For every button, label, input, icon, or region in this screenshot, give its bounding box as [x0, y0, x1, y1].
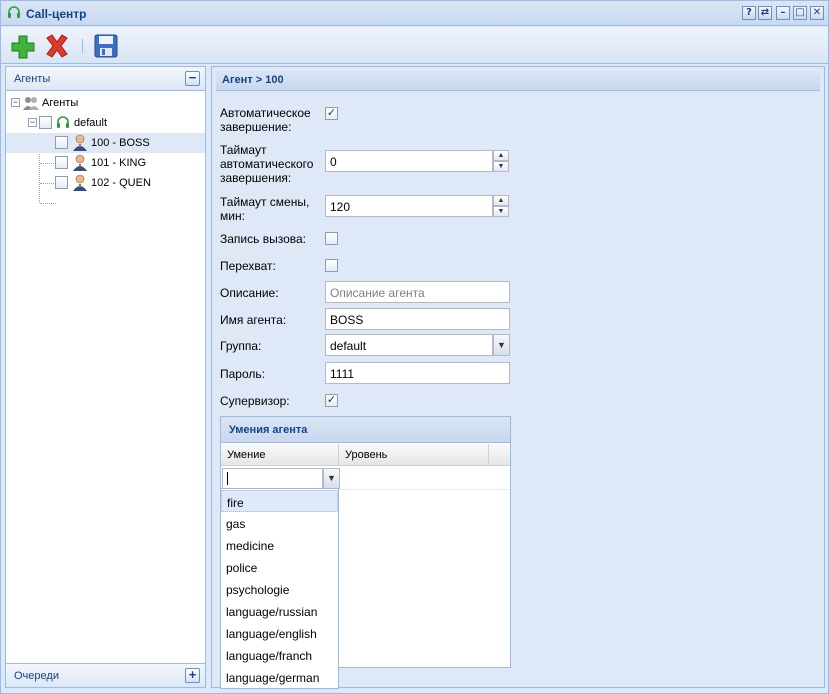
- maximize-button[interactable]: □: [793, 6, 807, 20]
- minimize-button[interactable]: –: [776, 6, 790, 20]
- tree-root-label: Агенты: [42, 97, 79, 109]
- grid-column-headers: Умение Уровень: [221, 444, 510, 466]
- password-label: Пароль:: [220, 367, 265, 381]
- auto-timeout-field[interactable]: 0: [325, 150, 493, 172]
- shift-timeout-field[interactable]: 120: [325, 195, 493, 217]
- agent-checkbox[interactable]: [55, 176, 68, 189]
- column-level[interactable]: Уровень: [339, 444, 489, 466]
- agent-checkbox[interactable]: [55, 156, 68, 169]
- column-spacer: [489, 444, 510, 466]
- agent-label: 100 - BOSS: [91, 137, 150, 149]
- intercept-checkbox[interactable]: [325, 259, 338, 272]
- skills-grid-title: Умения агента: [229, 424, 308, 436]
- record-checkbox[interactable]: [325, 232, 338, 245]
- chevron-down-icon[interactable]: ▼: [323, 468, 340, 489]
- password-field[interactable]: 1111: [325, 362, 510, 384]
- spin-up-icon[interactable]: ▲: [493, 195, 509, 206]
- agents-panel-header: Агенты −: [6, 67, 205, 91]
- agent-label: 101 - KING: [91, 157, 147, 169]
- help-button[interactable]: ?: [742, 6, 756, 20]
- auto-timeout-label: Таймаут автоматического завершения:: [220, 143, 314, 185]
- dropdown-option[interactable]: language/franch: [221, 644, 338, 666]
- supervisor-checkbox[interactable]: ✓: [325, 394, 338, 407]
- toolbar-separator: [82, 39, 83, 53]
- group-label: Группа:: [220, 339, 262, 353]
- description-label: Описание:: [220, 286, 279, 300]
- shift-timeout-label: Таймаут смены, мин:: [220, 195, 310, 223]
- auto-timeout-spinner[interactable]: ▲ ▼: [493, 150, 509, 172]
- tree-root-agents[interactable]: − Агенты: [6, 93, 205, 113]
- dropdown-option[interactable]: fire: [221, 490, 338, 512]
- delete-icon[interactable]: [43, 33, 71, 59]
- agent-icon: [73, 154, 87, 171]
- skill-dropdown-list: fire gas medicine police psychologie lan…: [220, 488, 339, 689]
- dropdown-option[interactable]: medicine: [221, 534, 338, 556]
- text-cursor: [227, 472, 228, 485]
- collapse-button[interactable]: −: [185, 71, 200, 86]
- column-skill[interactable]: Умение: [221, 444, 339, 466]
- shift-timeout-spinner[interactable]: ▲ ▼: [493, 195, 509, 217]
- spin-down-icon[interactable]: ▼: [493, 161, 509, 172]
- intercept-label: Перехват:: [220, 259, 276, 273]
- agent-checkbox[interactable]: [55, 136, 68, 149]
- agents-panel-title: Агенты: [14, 73, 51, 85]
- agent-label: 102 - QUEN: [91, 177, 151, 189]
- tree-group-label: default: [74, 117, 108, 129]
- agent-form-header: Агент > 100: [216, 71, 820, 91]
- spin-up-icon[interactable]: ▲: [493, 150, 509, 161]
- expand-button[interactable]: +: [185, 668, 200, 683]
- queues-panel-header[interactable]: Очереди +: [5, 663, 206, 688]
- name-field[interactable]: BOSS: [325, 308, 510, 330]
- users-icon: [23, 97, 39, 110]
- auto-complete-checkbox[interactable]: ✓: [325, 107, 338, 120]
- tree-connector: [40, 203, 56, 204]
- supervisor-label: Супервизор:: [220, 394, 290, 408]
- name-label: Имя агента:: [220, 313, 287, 327]
- tree-agent-100[interactable]: 100 - BOSS: [6, 133, 205, 153]
- plus-icon[interactable]: [9, 33, 37, 59]
- dropdown-option[interactable]: language/german: [221, 666, 338, 688]
- dropdown-option[interactable]: language/russian: [221, 600, 338, 622]
- call-center-window: Call-центр ? ⇄ – □ ✕ Агенты − − Агенты −…: [0, 0, 829, 694]
- collapse-toggle-icon[interactable]: −: [11, 98, 20, 107]
- tree-group-default[interactable]: − default: [6, 113, 205, 133]
- window-title: Call-центр: [26, 7, 87, 21]
- dropdown-option[interactable]: police: [221, 556, 338, 578]
- group-select[interactable]: default: [325, 334, 493, 356]
- headset-icon: [8, 6, 20, 18]
- dropdown-option[interactable]: language/english: [221, 622, 338, 644]
- tree-agent-102[interactable]: 102 - QUEN: [6, 173, 205, 193]
- toolbar: [1, 27, 828, 64]
- skill-editor-input[interactable]: [222, 468, 323, 489]
- refresh-button[interactable]: ⇄: [758, 6, 772, 20]
- tree-agent-101[interactable]: 101 - KING: [6, 153, 205, 173]
- description-field[interactable]: Описание агента: [325, 281, 510, 303]
- auto-complete-label: Автоматическое завершение:: [220, 106, 311, 134]
- queues-panel-title: Очереди: [14, 670, 59, 682]
- spin-down-icon[interactable]: ▼: [493, 206, 509, 217]
- agent-form-title: Агент > 100: [222, 74, 284, 86]
- close-button[interactable]: ✕: [810, 6, 824, 20]
- headset-icon: [57, 116, 69, 128]
- group-checkbox[interactable]: [39, 116, 52, 129]
- chevron-down-icon[interactable]: ▼: [493, 334, 510, 356]
- agent-icon: [73, 134, 87, 151]
- dropdown-option[interactable]: gas: [221, 512, 338, 534]
- title-bar: Call-центр ? ⇄ – □ ✕: [1, 1, 828, 26]
- dropdown-option[interactable]: psychologie: [221, 578, 338, 600]
- agent-icon: [73, 174, 87, 191]
- agents-panel: Агенты − − Агенты − default 100 - BOSS 1…: [5, 66, 206, 688]
- save-icon[interactable]: [92, 33, 120, 59]
- record-label: Запись вызова:: [220, 232, 306, 246]
- skills-grid-header: Умения агента: [221, 417, 510, 443]
- collapse-toggle-icon[interactable]: −: [28, 118, 37, 127]
